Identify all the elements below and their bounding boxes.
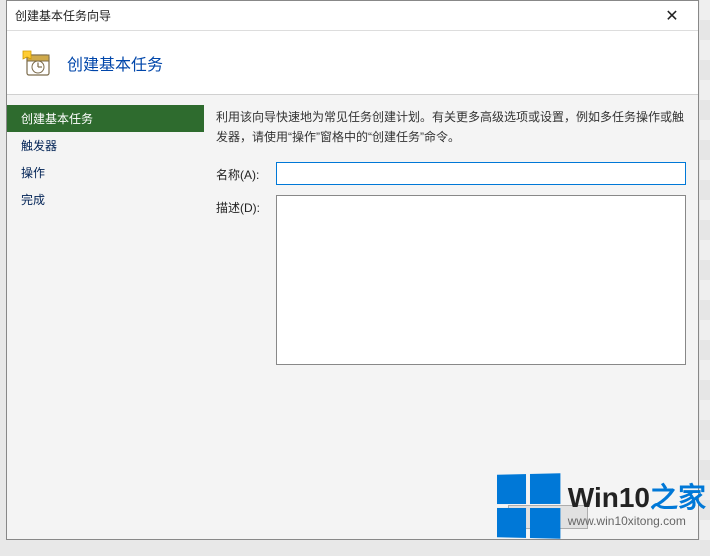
step-create-basic-task[interactable]: 创建基本任务	[7, 105, 204, 132]
wizard-description: 利用该向导快速地为常见任务创建计划。有关更多高级选项或设置，例如多任务操作或触发…	[216, 107, 686, 148]
step-finish[interactable]: 完成	[7, 186, 204, 213]
description-label: 描述(D):	[216, 195, 276, 216]
step-action[interactable]: 操作	[7, 159, 204, 186]
back-button: < 上	[508, 505, 588, 529]
close-button[interactable]: ✕	[652, 5, 692, 27]
step-trigger[interactable]: 触发器	[7, 132, 204, 159]
step-sidebar: 创建基本任务 触发器 操作 完成	[7, 95, 204, 539]
wizard-content: 利用该向导快速地为常见任务创建计划。有关更多高级选项或设置，例如多任务操作或触发…	[204, 95, 698, 539]
wizard-header: 创建基本任务	[7, 31, 698, 95]
name-label: 名称(A):	[216, 162, 276, 183]
wizard-body: 创建基本任务 触发器 操作 完成 利用该向导快速地为常见任务创建计划。有关更多高…	[7, 95, 698, 539]
task-scheduler-icon	[21, 47, 53, 79]
window-title: 创建基本任务向导	[15, 7, 111, 24]
wizard-title: 创建基本任务	[67, 51, 163, 75]
description-input[interactable]	[276, 195, 686, 365]
close-icon: ✕	[665, 6, 678, 26]
description-row: 描述(D):	[216, 195, 686, 365]
name-input[interactable]	[276, 162, 686, 185]
name-row: 名称(A):	[216, 162, 686, 185]
wizard-dialog: 创建基本任务向导 ✕ 创建基本任务 创建基本任务 触发器 操作 完成 利用该向导…	[6, 0, 699, 540]
titlebar: 创建基本任务向导 ✕	[7, 1, 698, 31]
